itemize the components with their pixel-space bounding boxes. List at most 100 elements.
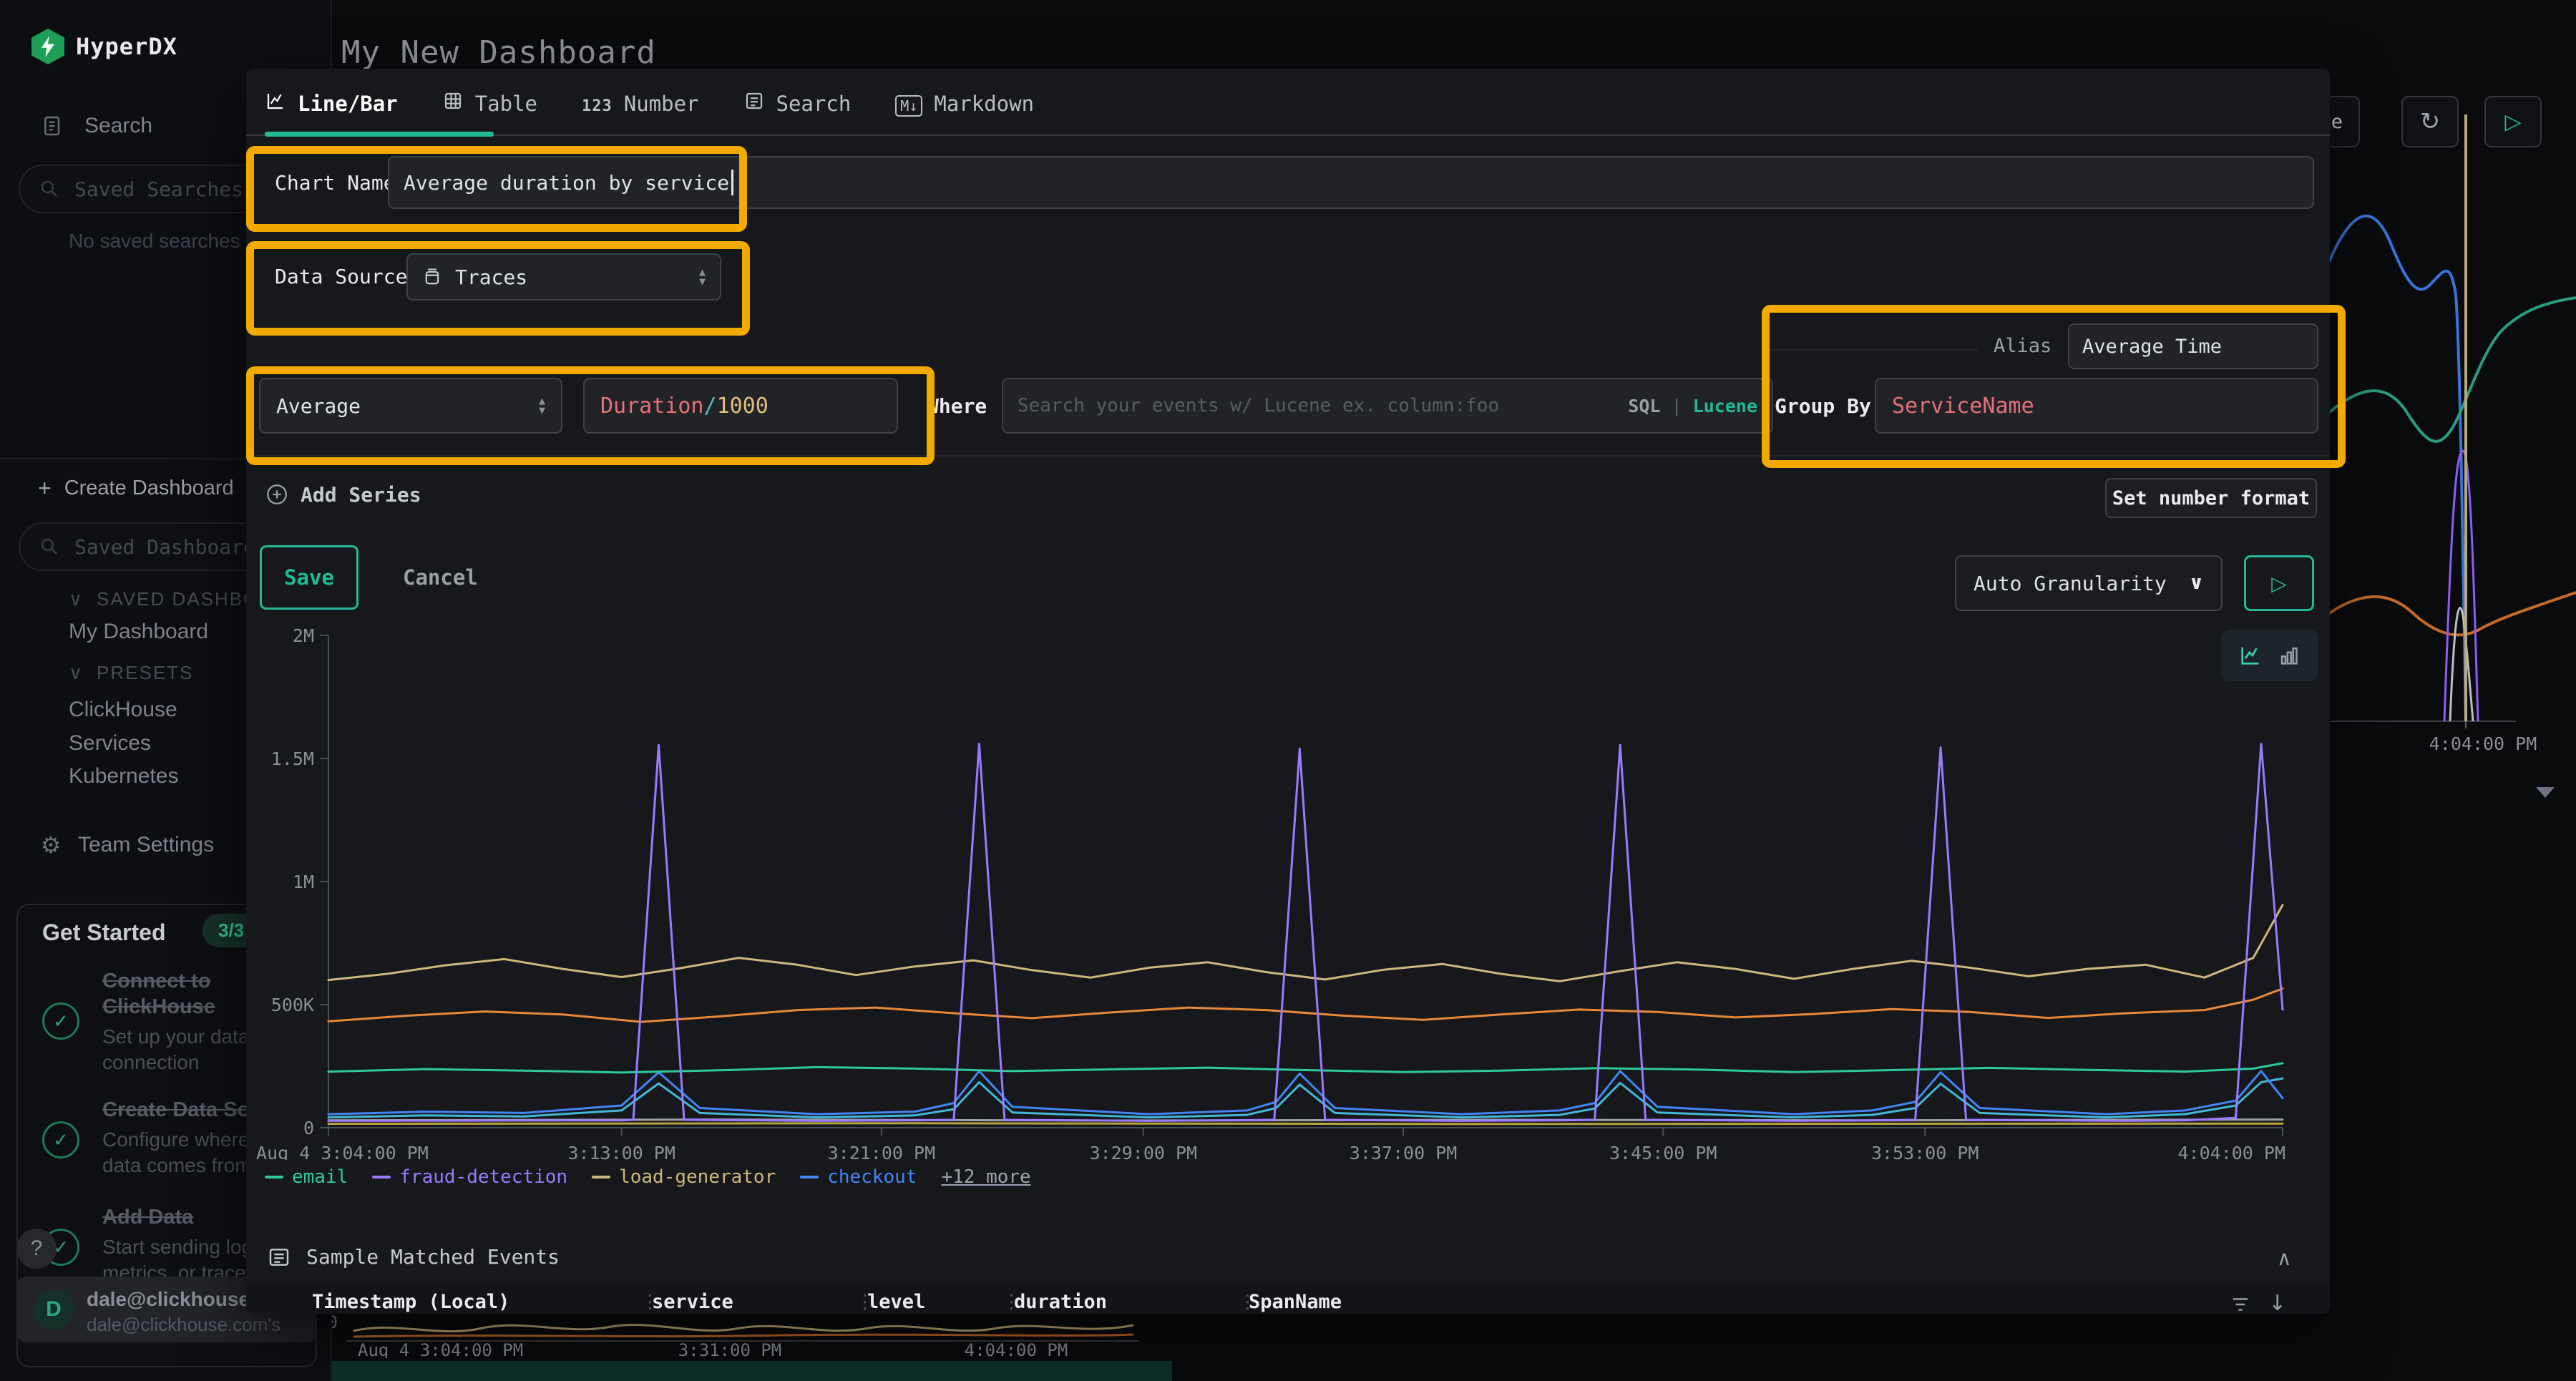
bg-bottom-label-0: Aug 4 3:04:00 PM — [358, 1340, 523, 1358]
y-tick-label: 1.5M — [271, 748, 314, 769]
table-column-duration[interactable]: duration — [1014, 1291, 1107, 1313]
user-email: dale@clickhouse.c — [87, 1288, 266, 1311]
series-email — [328, 1063, 2283, 1073]
field-expression-input[interactable]: Duration/1000 — [583, 378, 898, 434]
refresh-button[interactable]: ↻ — [2401, 96, 2459, 147]
y-tick-label: 1M — [293, 872, 314, 892]
sidebar-item-services[interactable]: Services — [69, 731, 151, 756]
active-tab-indicator — [265, 132, 494, 137]
column-separator: ⋮ — [855, 1291, 874, 1313]
table-column-timestamp-local-[interactable]: Timestamp (Local) — [312, 1291, 509, 1313]
presets-section-header[interactable]: ∨ PRESETS — [69, 662, 193, 684]
saved-searches-placeholder: Saved Searches — [74, 177, 243, 201]
table-filter-icon[interactable] — [2230, 1294, 2251, 1314]
tab-number[interactable]: 123Number — [582, 92, 699, 116]
x-tick-label: 3:21:00 PM — [828, 1143, 936, 1160]
tab-table[interactable]: Table — [442, 90, 537, 117]
background-chart-right: 4:04:00 PM — [2330, 114, 2576, 816]
tab-markdown[interactable]: M↓Markdown — [895, 92, 1034, 116]
check-circle-icon: ✓ — [42, 1002, 79, 1040]
legend-swatch — [592, 1176, 610, 1179]
chart-display-toggle — [2221, 630, 2318, 681]
legend-swatch — [800, 1176, 819, 1179]
group-by-input[interactable]: ServiceName — [1875, 378, 2318, 434]
tabs-underline — [246, 135, 2330, 136]
x-tick-label: 3:45:00 PM — [1609, 1143, 1717, 1160]
legend-item-email[interactable]: email — [265, 1166, 348, 1188]
save-button[interactable]: Save — [260, 545, 358, 610]
no-saved-searches-note: No saved searches — [69, 230, 240, 253]
run-query-button[interactable]: ▷ — [2244, 555, 2314, 611]
legend-item-fraud-detection[interactable]: fraud-detection — [372, 1166, 567, 1188]
table-header-row: Timestamp (Local) service level duration Spa… — [246, 1291, 2330, 1314]
legend-item-checkout[interactable]: checkout — [800, 1166, 917, 1188]
series-unnamed — [328, 1123, 2283, 1124]
chevron-down-icon: ∨ — [2189, 572, 2204, 594]
page-title: My New Dashboard — [341, 34, 656, 71]
line-chart-icon[interactable] — [2238, 643, 2263, 668]
sidebar-item-create-dashboard[interactable]: + Create Dashboard — [38, 475, 234, 502]
legend-swatch — [265, 1176, 283, 1179]
add-series-button[interactable]: Add Series — [265, 482, 421, 507]
hyperdx-logo-icon — [31, 29, 64, 64]
cancel-button[interactable]: Cancel — [403, 565, 478, 590]
tab-search[interactable]: Search — [743, 90, 852, 117]
background-table-band — [246, 1361, 1172, 1381]
series-fraud-detection — [328, 743, 2283, 1121]
aggregation-select[interactable]: Average ▲▼ — [259, 378, 562, 434]
chart-legend: email fraud-detection load-generator che… — [265, 1166, 1031, 1188]
table-icon — [442, 90, 464, 117]
table-column-spanname[interactable]: SpanName — [1249, 1291, 1342, 1313]
data-source-label: Data Source — [275, 265, 407, 288]
run-dashboard-button[interactable]: ▷ — [2484, 96, 2542, 147]
sidebar-item-kubernetes[interactable]: Kubernetes — [69, 764, 178, 789]
sidebar-item-clickhouse[interactable]: ClickHouse — [69, 698, 177, 722]
sample-events-header[interactable]: Sample Matched Events — [268, 1245, 560, 1269]
sidebar-item-my-dashboard[interactable]: My Dashboard — [69, 620, 208, 644]
y-tick-label: 0 — [303, 1118, 314, 1138]
avatar: D — [34, 1289, 74, 1329]
saved-dashboards-placeholder: Saved Dashboards — [74, 535, 268, 559]
sidebar-item-team-settings[interactable]: ⚙ Team Settings — [38, 831, 214, 859]
database-icon — [422, 266, 442, 288]
sql-toggle[interactable]: SQL — [1628, 396, 1660, 416]
brand[interactable]: HyperDX — [31, 29, 177, 64]
group-by-label: Group By — [1775, 394, 1871, 418]
chart-type-tabs: Line/Bar Table 123Number Search M↓Markdown — [265, 90, 1034, 117]
legend-more-link[interactable]: +12 more — [941, 1166, 1030, 1188]
legend-swatch — [372, 1176, 391, 1179]
collapse-chevron-icon[interactable]: ∧ — [2277, 1246, 2292, 1270]
tab-line-bar[interactable]: Line/Bar — [265, 90, 398, 117]
markdown-icon: M↓ — [895, 92, 922, 116]
background-chart-bottom: 0 Aug 4 3:04:00 PM 3:31:00 PM 4:04:00 PM — [246, 1315, 1176, 1358]
granularity-select[interactable]: Auto Granularity ∨ — [1955, 555, 2223, 611]
resize-handle-icon[interactable] — [2536, 787, 2555, 798]
table-download-icon[interactable]: ↓ — [2268, 1291, 2286, 1314]
where-placeholder: Search your events w/ Lucene ex. column:… — [1018, 395, 1499, 416]
play-icon: ▷ — [2504, 109, 2521, 135]
play-icon: ▷ — [2271, 572, 2287, 595]
chart-name-input[interactable]: Average duration by service — [388, 156, 2314, 209]
section-divider — [246, 455, 2330, 457]
sidebar-item-search[interactable]: Search — [40, 113, 152, 139]
list-icon — [743, 90, 765, 117]
bar-chart-icon[interactable] — [2277, 643, 2301, 668]
alias-input[interactable]: Average Time — [2068, 323, 2318, 369]
data-source-select[interactable]: Traces ▲▼ — [406, 253, 721, 301]
help-button[interactable]: ? — [16, 1229, 57, 1269]
x-tick-label: 3:53:00 PM — [1871, 1143, 1979, 1160]
set-number-format-button[interactable]: Set number format — [2105, 478, 2317, 518]
column-separator: ⋮ — [1002, 1291, 1021, 1313]
lucene-toggle[interactable]: Lucene — [1693, 396, 1757, 416]
timeseries-chart[interactable]: 0500K1M1.5M2MAug 4 3:04:00 PM3:13:00 PM3… — [253, 627, 2321, 1160]
table-column-service[interactable]: service — [652, 1291, 733, 1313]
legend-item-load-generator[interactable]: load-generator — [592, 1166, 776, 1188]
x-tick-label: 3:13:00 PM — [567, 1143, 675, 1160]
refresh-icon: ↻ — [2420, 107, 2441, 136]
y-tick-label: 2M — [293, 627, 314, 646]
field-expression: Duration/1000 — [600, 394, 769, 419]
table-column-level[interactable]: level — [867, 1291, 925, 1313]
series-load-generator — [328, 905, 2283, 982]
brand-name: HyperDX — [76, 33, 177, 60]
where-input[interactable]: Search your events w/ Lucene ex. column:… — [1002, 378, 1773, 434]
